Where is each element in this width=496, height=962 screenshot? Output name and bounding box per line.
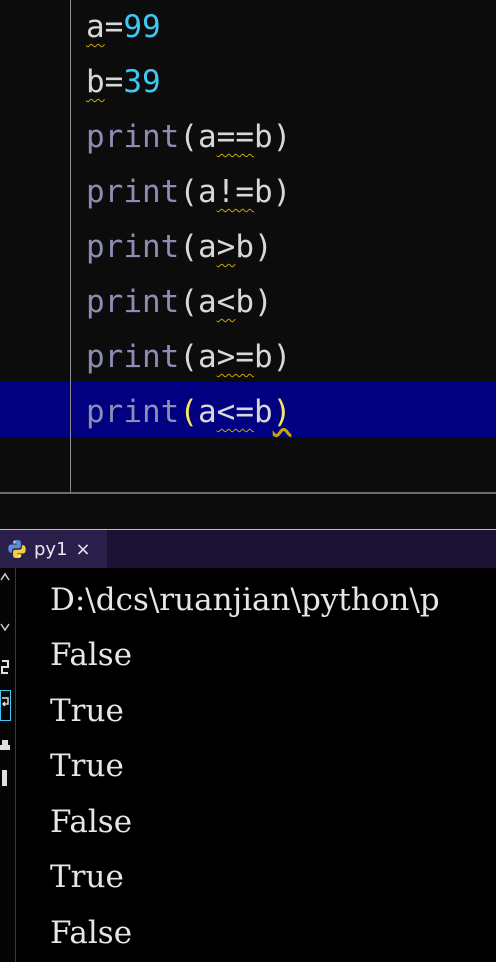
code-line-8[interactable]: print(a<=b) bbox=[86, 385, 291, 440]
keyword-token: print bbox=[86, 284, 180, 320]
comparison-operator: < bbox=[216, 284, 236, 320]
right-operand: b bbox=[235, 284, 255, 320]
console-toolbar bbox=[0, 568, 16, 962]
close-icon[interactable]: × bbox=[76, 539, 91, 560]
console-line-output: False bbox=[50, 804, 133, 840]
left-operand: a bbox=[198, 339, 217, 375]
console-line-output: True bbox=[50, 748, 124, 784]
run-console-output[interactable]: D:\dcs\ruanjian\python\p False True True… bbox=[17, 568, 496, 962]
open-paren: ( bbox=[179, 229, 198, 265]
variable-token: b bbox=[86, 64, 105, 100]
close-paren: ) bbox=[272, 174, 292, 210]
keyword-token: print bbox=[86, 119, 180, 155]
keyword-token: print bbox=[86, 394, 180, 430]
code-line-3[interactable]: print(a==b) bbox=[86, 110, 291, 165]
operator-token: = bbox=[104, 9, 124, 45]
comparison-operator: == bbox=[216, 119, 254, 155]
tab-label: py1 bbox=[34, 538, 68, 560]
comparison-operator: <= bbox=[216, 394, 254, 430]
code-line-1[interactable]: a=99 bbox=[86, 0, 161, 55]
open-paren: ( bbox=[179, 174, 198, 210]
keyword-token: print bbox=[86, 229, 180, 265]
number-token: 99 bbox=[123, 9, 161, 45]
open-paren: ( bbox=[179, 284, 198, 320]
left-operand: a bbox=[198, 229, 217, 265]
code-line-7[interactable]: print(a>=b) bbox=[86, 330, 291, 385]
gutter-divider bbox=[70, 0, 71, 492]
console-tab-py1[interactable]: py1 × bbox=[0, 530, 107, 568]
python-icon bbox=[6, 538, 28, 560]
code-editor[interactable]: a=99 b=39 print(a==b) print(a!=b) print(… bbox=[0, 0, 496, 492]
rerun-icon[interactable] bbox=[0, 658, 10, 680]
console-line-command: D:\dcs\ruanjian\python\p bbox=[50, 582, 440, 618]
scroll-up-icon[interactable] bbox=[0, 570, 10, 590]
close-paren: ) bbox=[254, 229, 273, 265]
open-paren-matched: ( bbox=[179, 394, 198, 430]
console-line-output: True bbox=[50, 859, 124, 895]
comparison-operator: > bbox=[216, 229, 236, 265]
number-token: 39 bbox=[123, 64, 161, 100]
close-paren: ) bbox=[272, 119, 292, 155]
close-paren-matched: ) bbox=[272, 394, 292, 430]
console-tab-bar: py1 × bbox=[0, 530, 496, 568]
scroll-down-icon[interactable] bbox=[0, 618, 10, 638]
console-line-output: False bbox=[50, 915, 133, 951]
wrap-icon[interactable] bbox=[0, 690, 11, 726]
variable-token: a bbox=[86, 9, 105, 45]
left-operand: a bbox=[198, 119, 217, 155]
keyword-token: print bbox=[86, 174, 180, 210]
left-operand: a bbox=[198, 174, 217, 210]
code-line-4[interactable]: print(a!=b) bbox=[86, 165, 291, 220]
clear-icon[interactable] bbox=[0, 768, 10, 792]
operator-token: = bbox=[104, 64, 124, 100]
right-operand: b bbox=[254, 119, 273, 155]
right-operand: b bbox=[235, 229, 255, 265]
comparison-operator: != bbox=[216, 174, 254, 210]
code-line-5[interactable]: print(a>b) bbox=[86, 220, 273, 275]
right-operand: b bbox=[254, 394, 273, 430]
code-line-6[interactable]: print(a<b) bbox=[86, 275, 273, 330]
close-paren: ) bbox=[254, 284, 273, 320]
right-operand: b bbox=[254, 174, 273, 210]
right-operand: b bbox=[254, 339, 273, 375]
console-line-output: False bbox=[50, 637, 133, 673]
code-line-2[interactable]: b=39 bbox=[86, 55, 161, 110]
close-paren: ) bbox=[272, 339, 292, 375]
left-operand: a bbox=[198, 284, 217, 320]
print-icon[interactable] bbox=[0, 738, 10, 760]
comparison-operator: >= bbox=[216, 339, 254, 375]
open-paren: ( bbox=[179, 119, 198, 155]
open-paren: ( bbox=[179, 339, 198, 375]
keyword-token: print bbox=[86, 339, 180, 375]
left-operand: a bbox=[198, 394, 217, 430]
console-line-output: True bbox=[50, 693, 124, 729]
panel-splitter[interactable] bbox=[0, 494, 496, 530]
